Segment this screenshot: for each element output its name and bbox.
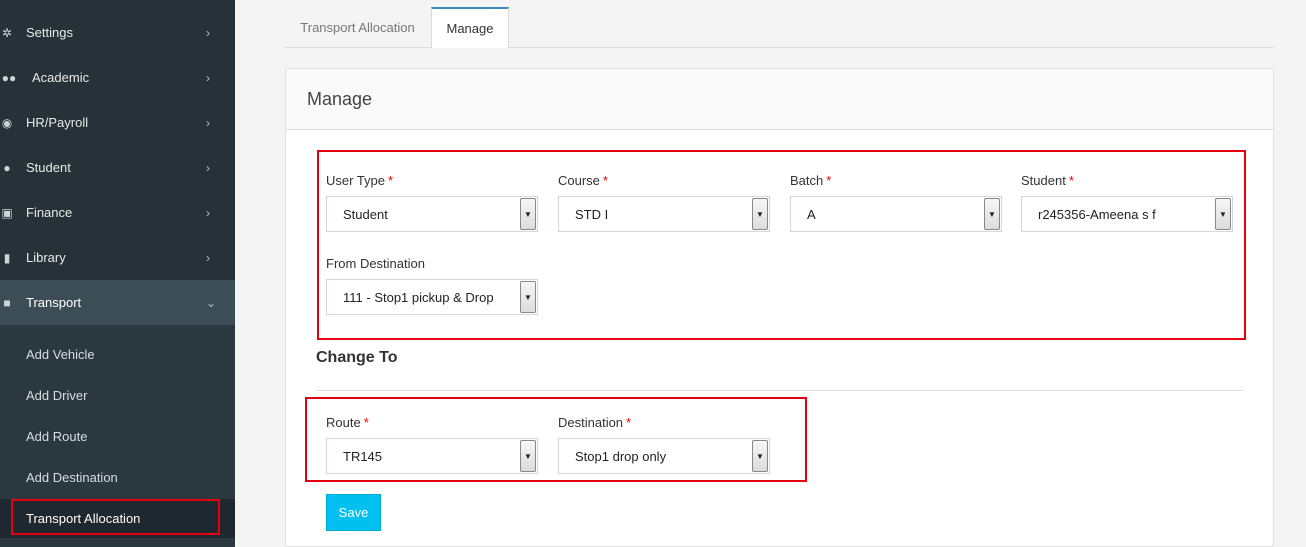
- chevron-right-icon: ›: [206, 25, 210, 40]
- sidebar-item-academic[interactable]: ●● Academic ›: [0, 55, 235, 100]
- main-content: Transport Allocation Manage Manage User …: [235, 0, 1306, 547]
- tab-bar: Transport Allocation Manage: [285, 7, 1274, 48]
- sidebar-item-transport[interactable]: ■ Transport ⌄: [0, 280, 235, 325]
- sidebar: ✲ Settings › ●● Academic › ◉ HR/Payroll …: [0, 0, 235, 547]
- sidebar-item-library[interactable]: ▮ Library ›: [0, 235, 235, 280]
- sidebar-item-label: HR/Payroll: [26, 115, 89, 130]
- sidebar-item-student[interactable]: ● Student ›: [0, 145, 235, 190]
- truck-icon: ■: [3, 295, 11, 310]
- sidebar-item-label: Library: [26, 250, 66, 265]
- sidebar-item-label: Settings: [26, 25, 73, 40]
- sidebar-item-label: Transport: [26, 295, 82, 310]
- save-button[interactable]: Save: [326, 494, 381, 531]
- submenu-add-vehicle[interactable]: Add Vehicle: [26, 347, 95, 362]
- panel-header: Manage: [286, 69, 1273, 130]
- manage-panel: Manage User Type * Student ▼ Course * STD …: [285, 68, 1274, 547]
- chevron-right-icon: ›: [206, 205, 210, 220]
- eye-icon: ◉: [1, 115, 13, 130]
- chevron-right-icon: ›: [206, 160, 210, 175]
- highlight-box: [317, 150, 1246, 340]
- chevron-right-icon: ›: [206, 70, 210, 85]
- submenu-add-route[interactable]: Add Route: [26, 429, 87, 444]
- highlight-box: [305, 397, 807, 482]
- change-to-heading: Change To: [316, 349, 398, 366]
- sidebar-item-finance[interactable]: ▣ Finance ›: [0, 190, 235, 235]
- chevron-right-icon: ›: [206, 250, 210, 265]
- gear-icon: ✲: [1, 25, 13, 40]
- user-icon: ●: [3, 160, 11, 175]
- chevron-down-icon: ⌄: [206, 295, 217, 310]
- sidebar-item-label: Academic: [32, 70, 90, 85]
- highlight-box: [11, 499, 220, 535]
- chevron-right-icon: ›: [206, 115, 210, 130]
- sidebar-item-label: Student: [26, 160, 71, 175]
- divider: [316, 390, 1244, 391]
- tab-manage[interactable]: Manage: [431, 7, 509, 48]
- submenu-add-destination[interactable]: Add Destination: [26, 470, 118, 485]
- users-icon: ●●: [1, 70, 17, 85]
- sidebar-item-hr-payroll[interactable]: ◉ HR/Payroll ›: [0, 100, 235, 145]
- money-icon: ▣: [1, 205, 13, 220]
- panel-title: Manage: [307, 89, 373, 109]
- book-icon: ▮: [3, 250, 11, 265]
- sidebar-item-label: Finance: [26, 205, 73, 220]
- submenu-add-driver[interactable]: Add Driver: [26, 388, 87, 403]
- tab-transport-allocation[interactable]: Transport Allocation: [285, 7, 430, 48]
- sidebar-item-settings[interactable]: ✲ Settings ›: [0, 10, 235, 55]
